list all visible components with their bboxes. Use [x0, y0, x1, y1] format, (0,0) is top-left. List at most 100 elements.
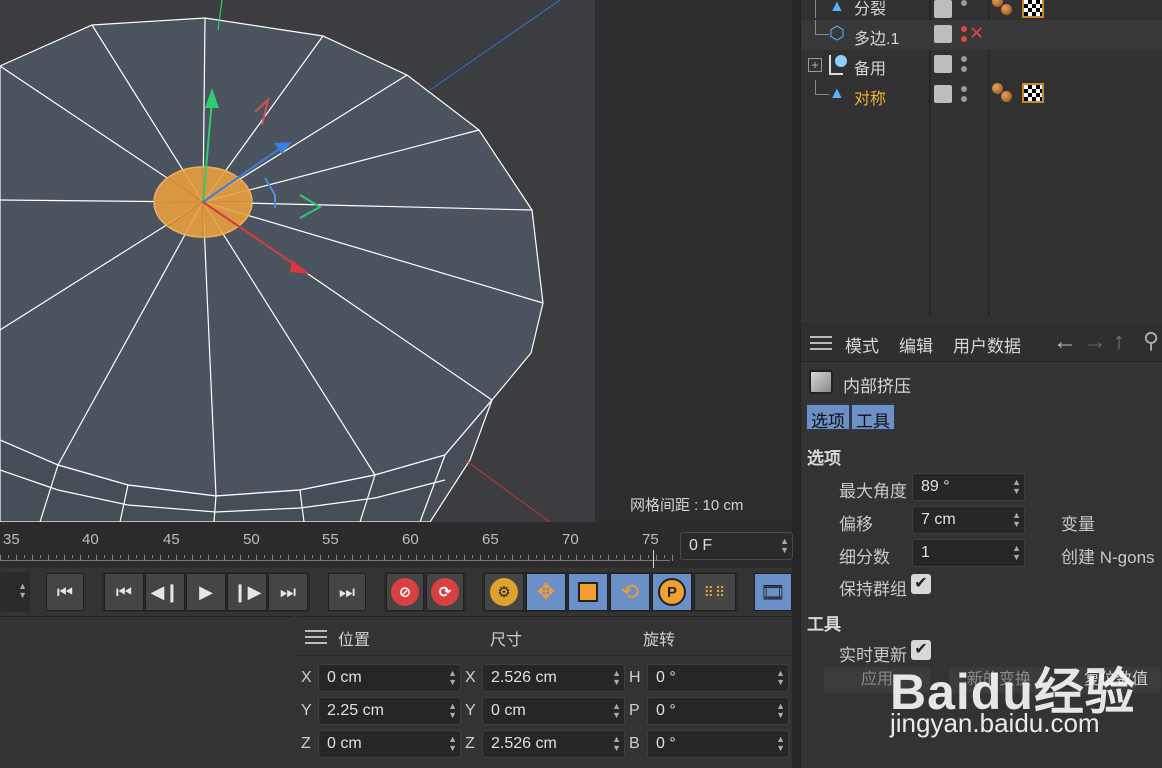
rotation-p-field[interactable]: 0 ° ▲ ▼: [647, 697, 789, 725]
stepper-arrows-icon[interactable]: ▲ ▼: [18, 582, 27, 600]
stepper-arrows-icon[interactable]: ▲ ▼: [1012, 478, 1021, 496]
visibility-dot[interactable]: [961, 56, 967, 62]
back-arrow-icon[interactable]: ←: [1053, 328, 1077, 356]
position-y-field[interactable]: 2.25 cm ▲ ▼: [318, 697, 461, 725]
render-dot[interactable]: [961, 36, 967, 42]
tab-tool[interactable]: 工具: [851, 404, 895, 431]
next-frame-button[interactable]: ❙▶: [227, 573, 267, 611]
tool-title: 内部挤压: [843, 377, 911, 396]
object-name-selected[interactable]: 对称: [854, 85, 886, 109]
size-x-field[interactable]: 2.526 cm ▲ ▼: [482, 664, 625, 692]
key-record-icon: ⊘: [391, 578, 419, 606]
frame-ruler[interactable]: [0, 555, 673, 561]
field-value: 2.526 cm: [491, 735, 557, 752]
triangle-icon: ▲: [829, 0, 845, 15]
object-row[interactable]: ⬡ 多边.1 ✕: [801, 20, 1162, 50]
visibility-dot[interactable]: [961, 0, 967, 6]
size-z-field[interactable]: 2.526 cm ▲ ▼: [482, 730, 625, 758]
stepper-arrows-icon[interactable]: ▲ ▼: [1012, 544, 1021, 562]
coordinate-manager: 位置 尺寸 旋转 X 0 cm ▲ ▼ X 2.526 cm ▲ ▼ H 0 ° ▲ ▼ Y…: [297, 616, 792, 768]
playhead[interactable]: [653, 550, 654, 568]
object-name[interactable]: 多边.1: [854, 25, 899, 49]
go-to-start-button[interactable]: ⏮: [46, 573, 84, 611]
rotation-key-button[interactable]: ⟲: [610, 573, 650, 611]
scale-key-button[interactable]: [568, 573, 608, 611]
timeline-window-button[interactable]: 🎞: [754, 573, 792, 611]
rotation-h-field[interactable]: 0 ° ▲ ▼: [647, 664, 789, 692]
visibility-dot[interactable]: [961, 26, 967, 32]
object-name[interactable]: 分裂: [854, 0, 886, 19]
panel-divider[interactable]: [792, 0, 800, 768]
object-name[interactable]: 备用: [854, 55, 886, 79]
tab-options[interactable]: 选项: [806, 404, 850, 431]
max-angle-field[interactable]: 89 ° ▲ ▼: [912, 473, 1025, 501]
edit-toggle-icon[interactable]: [934, 0, 952, 18]
edit-toggle-icon[interactable]: [934, 25, 952, 43]
point-level-key-button[interactable]: ⠿⠿: [694, 573, 736, 611]
menu-hamburger-icon[interactable]: [305, 630, 327, 644]
stepper-arrows-icon[interactable]: ▲ ▼: [612, 702, 621, 720]
record-button[interactable]: ⊘: [386, 573, 424, 611]
position-z-field[interactable]: 0 cm ▲ ▼: [318, 730, 461, 758]
menu-edit[interactable]: 编辑: [899, 332, 933, 357]
rotation-b-field[interactable]: 0 ° ▲ ▼: [647, 730, 789, 758]
up-arrow-icon[interactable]: ↑: [1113, 328, 1125, 356]
keyframe-selection-button[interactable]: ⚙: [484, 573, 524, 611]
edit-toggle-icon[interactable]: [934, 55, 952, 73]
play-button[interactable]: ▶: [186, 573, 226, 611]
previous-key-icon: ⏮: [115, 581, 133, 602]
offset-field[interactable]: 7 cm ▲ ▼: [912, 506, 1025, 534]
preserve-groups-checkbox[interactable]: ✔: [911, 574, 931, 594]
ruler-tick: [440, 555, 441, 558]
tick-label: 55: [322, 531, 339, 548]
stepper-arrows-icon[interactable]: ▲ ▼: [448, 669, 457, 687]
stepper-arrows-icon[interactable]: ▲ ▼: [612, 735, 621, 753]
menu-mode[interactable]: 模式: [845, 332, 879, 357]
stepper-arrows-icon[interactable]: ▲ ▼: [448, 735, 457, 753]
menu-hamburger-icon[interactable]: [810, 336, 832, 350]
stepper-arrows-icon[interactable]: ▲ ▼: [1012, 511, 1021, 529]
menu-user-data[interactable]: 用户数据: [953, 332, 1021, 357]
previous-frame-button[interactable]: ◀❙: [145, 573, 185, 611]
stepper-arrows-icon[interactable]: ▲ ▼: [776, 669, 785, 687]
ruler-tick: [464, 555, 465, 561]
timeline-ruler[interactable]: 35 40 45 50 55 60 65 70 75: [0, 522, 792, 568]
previous-key-button[interactable]: ⏮: [104, 573, 144, 611]
object-row[interactable]: ▲ 对称: [801, 80, 1162, 110]
expand-plus-icon[interactable]: +: [808, 58, 822, 72]
play-icon: ▶: [199, 581, 213, 602]
go-to-end-button[interactable]: ⏭: [328, 573, 366, 611]
frame-spinner[interactable]: ▲ ▼: [0, 572, 30, 612]
stepper-arrows-icon[interactable]: ▲ ▼: [776, 702, 785, 720]
edit-toggle-icon[interactable]: [934, 85, 952, 103]
object-row[interactable]: + 备用: [801, 50, 1162, 80]
current-frame-field[interactable]: 0 F ▲ ▼: [680, 532, 793, 560]
subdivision-field[interactable]: 1 ▲ ▼: [912, 539, 1025, 567]
disabled-x-icon[interactable]: ✕: [969, 23, 984, 44]
checker-texture-icon[interactable]: [1022, 83, 1044, 103]
position-key-button[interactable]: ✥: [526, 573, 566, 611]
size-y-field[interactable]: 0 cm ▲ ▼: [482, 697, 625, 725]
stepper-arrows-icon[interactable]: ▲ ▼: [780, 537, 789, 555]
position-x-field[interactable]: 0 cm ▲ ▼: [318, 664, 461, 692]
checker-texture-icon[interactable]: [1022, 0, 1044, 18]
stepper-arrows-icon[interactable]: ▲ ▼: [448, 702, 457, 720]
object-row[interactable]: ▲ 分裂: [801, 0, 1162, 20]
material-balls-icon[interactable]: [992, 83, 1016, 105]
auto-key-button[interactable]: ⟳: [426, 573, 464, 611]
parameter-key-button[interactable]: P: [652, 573, 692, 611]
stepper-arrows-icon[interactable]: ▲ ▼: [612, 669, 621, 687]
field-value: 1: [921, 544, 930, 561]
auto-key-icon: ⟳: [431, 578, 459, 606]
search-icon[interactable]: ⚲: [1143, 328, 1159, 354]
render-dot[interactable]: [961, 96, 967, 102]
next-key-button[interactable]: ⏭: [268, 573, 308, 611]
material-balls-icon[interactable]: [992, 0, 1016, 18]
ruler-tick: [640, 555, 641, 561]
3d-viewport[interactable]: [0, 0, 595, 522]
render-dot[interactable]: [961, 66, 967, 72]
tick-label: 50: [243, 531, 260, 548]
forward-arrow-icon[interactable]: →: [1083, 328, 1107, 356]
stepper-arrows-icon[interactable]: ▲ ▼: [776, 735, 785, 753]
visibility-dot[interactable]: [961, 86, 967, 92]
